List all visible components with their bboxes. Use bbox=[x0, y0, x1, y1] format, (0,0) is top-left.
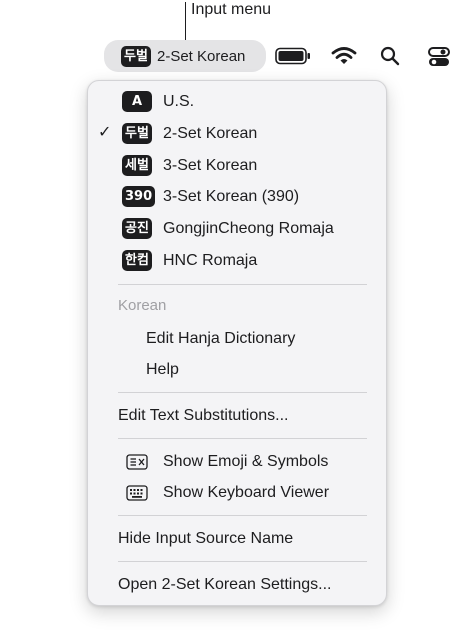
checkmark-icon: ✓ bbox=[98, 124, 112, 141]
menu-item-open-settings[interactable]: Open 2-Set Korean Settings... bbox=[88, 571, 386, 599]
menu-item-label: Edit Hanja Dictionary bbox=[146, 330, 296, 347]
input-source-badge: 공진 bbox=[122, 218, 152, 239]
wifi-icon[interactable] bbox=[331, 45, 357, 67]
menu-item-label: 2-Set Korean bbox=[163, 125, 258, 142]
menu-item-label: Help bbox=[146, 361, 179, 378]
menu-item-3-set-korean-390[interactable]: 390 3-Set Korean (390) bbox=[88, 183, 386, 211]
section-header-korean: Korean bbox=[118, 297, 167, 314]
menu-item-label: 3-Set Korean (390) bbox=[163, 188, 300, 205]
screen: Input menu 두벌 2-Set Korean A U.S. ✓ 두벌 2 bbox=[0, 0, 474, 642]
menu-item-2-set-korean[interactable]: ✓ 두벌 2-Set Korean bbox=[88, 120, 386, 148]
menu-item-hnc-romaja[interactable]: 한컴 HNC Romaja bbox=[88, 247, 386, 275]
menu-item-edit-hanja-dictionary[interactable]: Edit Hanja Dictionary bbox=[88, 325, 386, 353]
menu-item-gongjincheong-romaja[interactable]: 공진 GongjinCheong Romaja bbox=[88, 215, 386, 243]
menu-item-label: U.S. bbox=[163, 93, 195, 110]
menu-item-3-set-korean[interactable]: 세벌 3-Set Korean bbox=[88, 152, 386, 180]
input-source-name: 2-Set Korean bbox=[157, 47, 246, 65]
input-source-badge: 두벌 bbox=[122, 123, 152, 144]
callout-label: Input menu bbox=[191, 1, 272, 18]
menu-separator bbox=[118, 284, 367, 285]
emoji-symbols-icon bbox=[126, 454, 148, 470]
menu-separator bbox=[118, 561, 367, 562]
menu-item-label: Show Keyboard Viewer bbox=[163, 484, 330, 501]
callout-line bbox=[185, 2, 186, 42]
menu-item-edit-text-substitutions[interactable]: Edit Text Substitutions... bbox=[88, 402, 386, 430]
menu-item-label: Hide Input Source Name bbox=[118, 530, 294, 547]
menu-separator bbox=[118, 515, 367, 516]
search-icon[interactable] bbox=[380, 46, 400, 66]
menu-item-help[interactable]: Help bbox=[88, 356, 386, 384]
keyboard-viewer-icon bbox=[126, 485, 148, 501]
menu-item-label: Edit Text Substitutions... bbox=[118, 407, 289, 424]
input-menu-dropdown: A U.S. ✓ 두벌 2-Set Korean 세벌 3-Set Korean… bbox=[87, 80, 387, 606]
menu-item-hide-input-source-name[interactable]: Hide Input Source Name bbox=[88, 525, 386, 553]
input-source-badge: 390 bbox=[122, 186, 156, 207]
menu-separator bbox=[118, 438, 367, 439]
menu-item-show-keyboard-viewer[interactable]: Show Keyboard Viewer bbox=[88, 479, 386, 507]
input-source-badge: 세벌 bbox=[122, 155, 152, 176]
input-menu-button[interactable]: 두벌 2-Set Korean bbox=[104, 40, 266, 72]
menu-item-label: 3-Set Korean bbox=[163, 157, 258, 174]
menu-item-label: Open 2-Set Korean Settings... bbox=[118, 576, 332, 593]
menu-separator bbox=[118, 392, 367, 393]
input-source-badge: 두벌 bbox=[121, 45, 151, 67]
battery-icon[interactable] bbox=[275, 47, 311, 65]
menu-item-label: GongjinCheong Romaja bbox=[163, 220, 334, 237]
control-center-icon[interactable] bbox=[427, 45, 451, 69]
menu-item-show-emoji-symbols[interactable]: Show Emoji & Symbols bbox=[88, 448, 386, 476]
menu-item-label: HNC Romaja bbox=[163, 252, 258, 269]
input-source-badge: 한컴 bbox=[122, 250, 152, 271]
menu-item-us[interactable]: A U.S. bbox=[88, 88, 386, 116]
input-source-badge: A bbox=[122, 91, 152, 112]
menu-item-label: Show Emoji & Symbols bbox=[163, 453, 329, 470]
